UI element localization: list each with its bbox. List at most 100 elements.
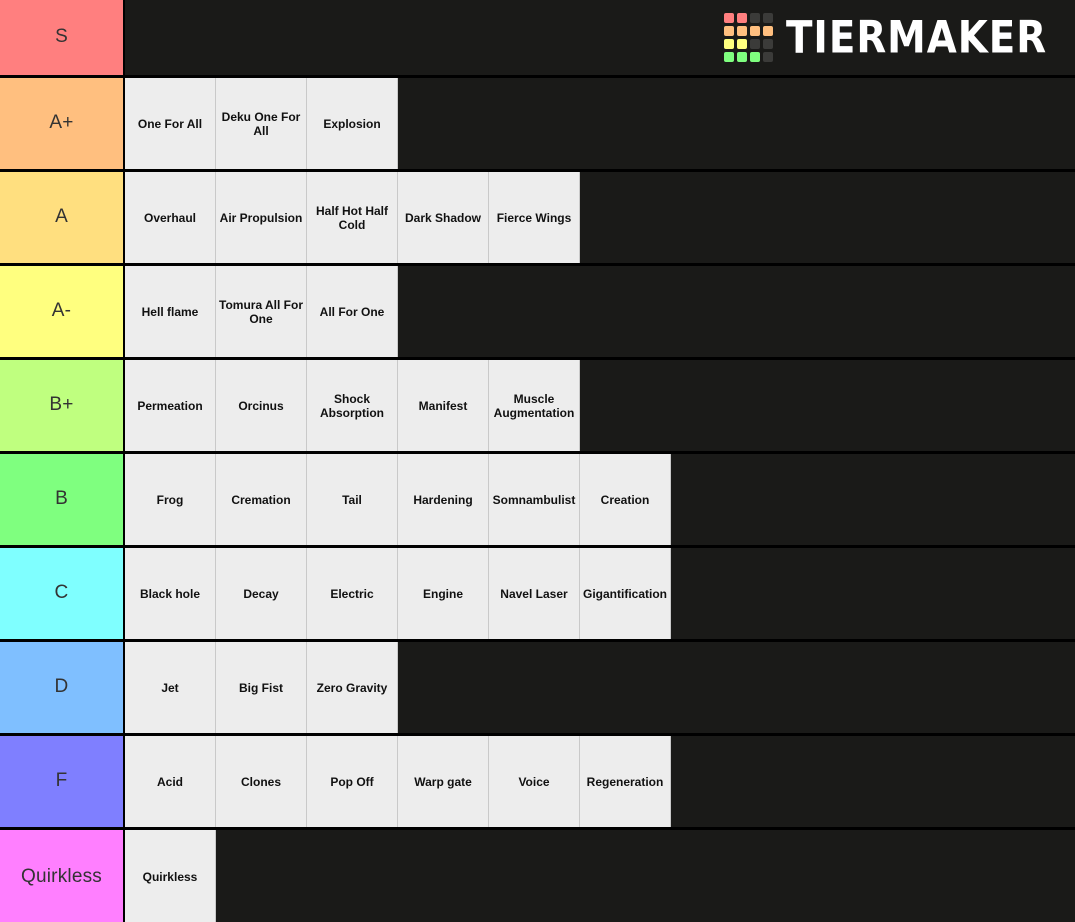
logo-grid-cell-8 (723, 39, 734, 49)
tier-drop-zone-quirkless[interactable]: Quirkless (125, 830, 1075, 922)
tier-drop-zone-b[interactable]: Frog Cremation Tail Hardening Somnambulist Cr… (125, 454, 1075, 545)
logo-grid-cell-11 (762, 39, 773, 49)
tier-drop-zone-d[interactable]: Jet Big Fist Zero Gravity (125, 642, 1075, 733)
tier-row-empty-space[interactable] (671, 548, 1075, 639)
tier-item[interactable]: Engine (398, 548, 489, 639)
tier-row-empty-space[interactable] (671, 736, 1075, 827)
tier-item[interactable]: Half Hot Half Cold (307, 172, 398, 263)
tier-label-quirkless[interactable]: Quirkless (0, 830, 125, 922)
tier-item[interactable]: Hardening (398, 454, 489, 545)
tier-row-empty-space[interactable] (580, 360, 1075, 451)
tier-item-label: Somnambulist (492, 492, 576, 507)
tier-label-a[interactable]: A- (0, 266, 125, 357)
tier-item[interactable]: Black hole (125, 548, 216, 639)
tier-item[interactable]: Electric (307, 548, 398, 639)
tier-row-s: S TIERMAKER (0, 0, 1075, 78)
tier-item-label: Tomura All For One (219, 297, 303, 326)
logo-grid-cell-1 (736, 13, 747, 23)
tier-item-label: Muscle Augmentation (493, 391, 575, 420)
tier-item[interactable]: Pop Off (307, 736, 398, 827)
tier-label-f[interactable]: F (0, 736, 125, 827)
tier-item[interactable]: Warp gate (398, 736, 489, 827)
tier-drop-zone-b[interactable]: Permeation Orcinus Shock Absorption Manifes… (125, 360, 1075, 451)
tier-item[interactable]: Gigantification (580, 548, 671, 639)
tier-item[interactable]: Tomura All For One (216, 266, 307, 357)
tier-rows: A+ One For All Deku One For All Explosion A O… (0, 78, 1075, 922)
tier-label-d[interactable]: D (0, 642, 125, 733)
tier-item[interactable]: Clones (216, 736, 307, 827)
tier-drop-zone-c[interactable]: Black hole Decay Electric Engine Navel Laser… (125, 548, 1075, 639)
tier-item[interactable]: Quirkless (125, 830, 216, 922)
tier-item-label: Orcinus (238, 398, 284, 413)
tier-item[interactable]: Navel Laser (489, 548, 580, 639)
tier-item[interactable]: Explosion (307, 78, 398, 169)
logo-grid-cell-5 (736, 26, 747, 36)
tier-item[interactable]: Acid (125, 736, 216, 827)
logo-grid-cell-4 (723, 26, 734, 36)
tier-item-label: Hardening (413, 492, 473, 507)
tier-item-label: Half Hot Half Cold (316, 203, 388, 232)
tier-item[interactable]: Permeation (125, 360, 216, 451)
tier-item[interactable]: Shock Absorption (307, 360, 398, 451)
logo-grid-cell-10 (749, 39, 760, 49)
tier-item[interactable]: Creation (580, 454, 671, 545)
tier-row-empty-space[interactable] (398, 266, 1075, 357)
tier-item-label: Warp gate (414, 774, 472, 789)
tier-item[interactable]: Cremation (216, 454, 307, 545)
tier-row-empty-space[interactable] (398, 78, 1075, 169)
tier-drop-zone-f[interactable]: Acid Clones Pop Off Warp gate Voice Regenerat… (125, 736, 1075, 827)
tier-item[interactable]: Orcinus (216, 360, 307, 451)
tier-item-label: Engine (422, 586, 463, 601)
tier-label-a[interactable]: A (0, 172, 125, 263)
tier-item-label: Navel Laser (500, 586, 568, 601)
tier-list-container: S TIERMAKER A+ One For All Deku One For Al… (0, 0, 1075, 922)
tier-item[interactable]: Frog (125, 454, 216, 545)
tier-item[interactable]: Big Fist (216, 642, 307, 733)
tier-label-c[interactable]: C (0, 548, 125, 639)
tier-item[interactable]: Decay (216, 548, 307, 639)
tier-drop-zone-a[interactable]: One For All Deku One For All Explosion (125, 78, 1075, 169)
tier-label-s[interactable]: S (0, 0, 125, 75)
tier-item[interactable]: One For All (125, 78, 216, 169)
tier-item[interactable]: Somnambulist (489, 454, 580, 545)
logo-grid-cell-6 (749, 26, 760, 36)
tier-label-b[interactable]: B+ (0, 360, 125, 451)
tier-item[interactable]: Dark Shadow (398, 172, 489, 263)
tier-drop-zone-a[interactable]: Hell flame Tomura All For One All For One (125, 266, 1075, 357)
tier-item[interactable]: Manifest (398, 360, 489, 451)
tier-item-label: Electric (330, 586, 374, 601)
tier-item[interactable]: Fierce Wings (489, 172, 580, 263)
tier-label-a[interactable]: A+ (0, 78, 125, 169)
tier-item[interactable]: Overhaul (125, 172, 216, 263)
tier-item-label: Pop Off (330, 774, 374, 789)
tier-item-label: Shock Absorption (320, 391, 384, 420)
tier-item-label: Zero Gravity (316, 680, 388, 695)
logo-grid-cell-2 (749, 13, 760, 23)
tier-drop-zone-s[interactable]: TIERMAKER (125, 0, 1075, 75)
tier-item-label: Creation (600, 492, 650, 507)
tier-item[interactable]: Air Propulsion (216, 172, 307, 263)
tier-item[interactable]: Zero Gravity (307, 642, 398, 733)
tier-item-label: Voice (518, 774, 550, 789)
tier-item[interactable]: Hell flame (125, 266, 216, 357)
tier-row-a: A+ One For All Deku One For All Explosion (0, 78, 1075, 172)
tier-item-label: Jet (161, 680, 179, 695)
tier-item[interactable]: Deku One For All (216, 78, 307, 169)
tier-item[interactable]: Jet (125, 642, 216, 733)
tier-drop-zone-a[interactable]: Overhaul Air Propulsion Half Hot Half Cold… (125, 172, 1075, 263)
tier-item[interactable]: Tail (307, 454, 398, 545)
tier-row-empty-space[interactable] (398, 642, 1075, 733)
logo-wordmark: TIERMAKER (785, 11, 1047, 64)
tier-row-f: F Acid Clones Pop Off Warp gate Voice Regenera… (0, 736, 1075, 830)
tier-item[interactable]: Muscle Augmentation (489, 360, 580, 451)
tier-item[interactable]: All For One (307, 266, 398, 357)
tier-item[interactable]: Regeneration (580, 736, 671, 827)
tier-row-empty-space[interactable] (580, 172, 1075, 263)
logo-grid-cell-15 (762, 52, 773, 62)
tier-row-empty-space[interactable] (216, 830, 1075, 922)
tier-row-c: C Black hole Decay Electric Engine Navel Lase… (0, 548, 1075, 642)
tier-row-empty-space[interactable] (671, 454, 1075, 545)
tier-row-b: B Frog Cremation Tail Hardening Somnambulist C… (0, 454, 1075, 548)
tier-item[interactable]: Voice (489, 736, 580, 827)
tier-label-b[interactable]: B (0, 454, 125, 545)
